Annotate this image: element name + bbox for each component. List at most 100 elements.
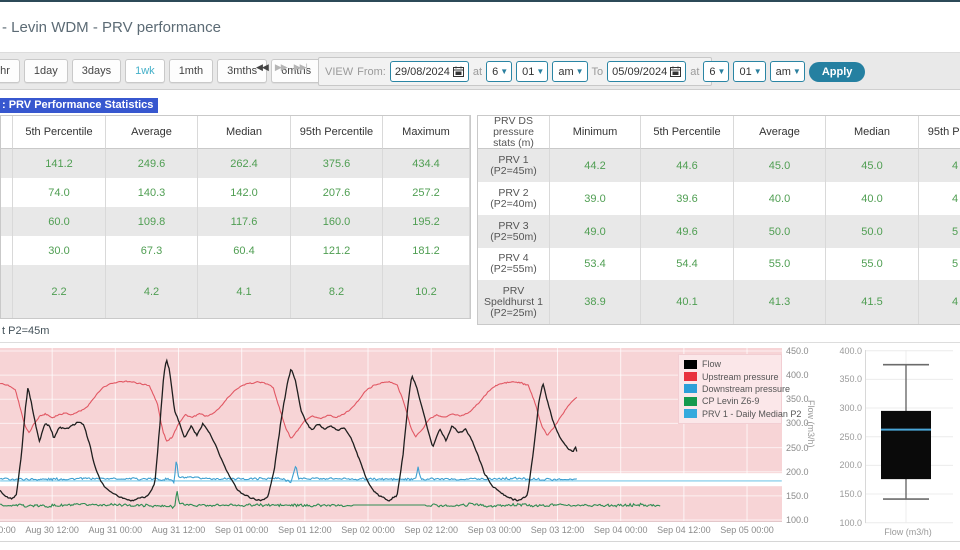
boxplot-tick-label: 100.0 xyxy=(839,517,862,528)
chevron-down-icon: ▼ xyxy=(753,67,762,76)
stat-cell: 60.4 xyxy=(198,236,291,265)
stat-cell: 67.3 xyxy=(106,236,198,265)
stat-cell: 10.2 xyxy=(383,265,470,318)
row-label: PRV Speldhurst 1 (P2=25m) xyxy=(478,280,550,324)
to-label: To xyxy=(591,65,604,78)
chevron-down-icon: ▼ xyxy=(500,67,509,76)
stat-cell: 39.0 xyxy=(550,182,641,215)
range-button-1wk[interactable]: 1wk xyxy=(125,59,165,83)
to-hour-value: 6 xyxy=(709,65,716,78)
plot-bottom-axis xyxy=(0,521,782,522)
row-label: PRV 2 (P2=40m) xyxy=(478,182,550,215)
range-button-1day[interactable]: 1day xyxy=(23,59,68,83)
legend-label: Downstream pressure xyxy=(702,383,791,394)
flow-boxplot-chart[interactable] xyxy=(865,350,953,524)
to-at-label: at xyxy=(690,65,700,78)
row-label: PRV 3 (P2=50m) xyxy=(478,215,550,248)
to-hour-select[interactable]: 6 ▼ xyxy=(703,61,730,82)
last-period-button[interactable]: ▶▶| xyxy=(294,62,308,73)
legend-item: Upstream pressure xyxy=(684,370,779,382)
prev-period-button[interactable]: ◀◀ xyxy=(256,62,269,73)
stat-cell: 2.2 xyxy=(13,265,106,318)
stat-cell: 117.6 xyxy=(198,207,291,236)
chevron-down-icon: ▼ xyxy=(792,67,801,76)
from-hour-select[interactable]: 6 ▼ xyxy=(486,61,513,82)
stat-cell xyxy=(1,265,13,318)
view-date-panel: VIEW From: 29/08/2024 at 6 ▼ 01 ▼ am ▼ To 0… xyxy=(318,57,866,86)
stat-cell xyxy=(1,236,13,265)
range-button-1mth[interactable]: 1mth xyxy=(168,59,214,83)
period-nav-group: ◀◀ ▶▶ ▶▶| xyxy=(256,62,308,73)
from-label: From: xyxy=(357,65,386,78)
stat-cell: 55.0 xyxy=(734,248,826,280)
calendar-icon[interactable] xyxy=(452,66,464,77)
stat-cell: 262.4 xyxy=(198,149,291,178)
calendar-icon[interactable] xyxy=(670,66,682,77)
column-header: Median xyxy=(198,116,291,149)
from-date-value: 29/08/2024 xyxy=(394,65,450,78)
stat-cell: 53.4 xyxy=(550,248,641,280)
chart-divider xyxy=(0,342,960,343)
stat-cell: 141.2 xyxy=(13,149,106,178)
stat-cell: 40.0 xyxy=(734,182,826,215)
boxplot-x-label: Flow (m3/h) xyxy=(884,527,932,537)
flow-axis-title: Flow (m3/h) xyxy=(806,400,816,448)
stat-cell: 55.0 xyxy=(826,248,919,280)
column-header: Maximum xyxy=(383,116,470,149)
to-ampm-select[interactable]: am ▼ xyxy=(769,61,805,82)
stat-cell: 60.0 xyxy=(13,207,106,236)
stat-cell: 50.0 xyxy=(734,215,826,248)
to-date-input[interactable]: 05/09/2024 xyxy=(607,61,687,82)
stat-cell: 38.9 xyxy=(550,280,641,324)
prv-timeseries-chart[interactable] xyxy=(0,348,782,521)
stats-section-title: : PRV Performance Statistics xyxy=(0,98,159,113)
legend-label: PRV 1 - Daily Median P2 xyxy=(702,408,802,419)
stat-cell: 4 xyxy=(919,280,960,324)
stat-cell: 195.2 xyxy=(383,207,470,236)
legend-item: CP Levin Z6-9 xyxy=(684,395,776,407)
column-header xyxy=(1,116,13,149)
stat-cell: 45.0 xyxy=(826,149,919,182)
range-button-3days[interactable]: 3days xyxy=(71,59,122,83)
column-header: Median xyxy=(826,116,919,149)
from-ampm-select[interactable]: am ▼ xyxy=(552,61,588,82)
legend-swatch xyxy=(684,409,697,419)
row-label: PRV 1 (P2=45m) xyxy=(478,149,550,182)
to-date-value: 05/09/2024 xyxy=(612,65,668,78)
chevron-down-icon: ▼ xyxy=(575,67,584,76)
next-period-button[interactable]: ▶▶ xyxy=(275,62,288,73)
flow-axis-tick-label: 150.0 xyxy=(786,490,809,501)
stat-cell: 41.5 xyxy=(826,280,919,324)
range-button-8hr[interactable]: 8hr xyxy=(0,59,20,83)
chart-title: t P2=45m xyxy=(2,325,50,337)
from-minute-select[interactable]: 01 ▼ xyxy=(516,61,549,82)
stat-cell: 4.1 xyxy=(198,265,291,318)
stat-cell: 207.6 xyxy=(291,178,383,207)
column-header: 5th Percentile xyxy=(641,116,734,149)
flow-axis-tick-label: 450.0 xyxy=(786,345,809,356)
legend-label: Upstream pressure xyxy=(702,371,779,382)
stat-cell: 4 xyxy=(919,149,960,182)
from-date-input[interactable]: 29/08/2024 xyxy=(389,61,469,82)
stat-cell: 41.3 xyxy=(734,280,826,324)
boxplot-tick-label: 300.0 xyxy=(839,403,862,414)
to-minute-select[interactable]: 01 ▼ xyxy=(733,61,766,82)
stat-cell: 5 xyxy=(919,215,960,248)
stat-cell: 160.0 xyxy=(291,207,383,236)
stat-cell: 40.1 xyxy=(641,280,734,324)
stat-cell: 49.6 xyxy=(641,215,734,248)
flow-axis-tick-label: 400.0 xyxy=(786,370,809,381)
stat-cell xyxy=(1,178,13,207)
apply-button[interactable]: Apply xyxy=(808,61,866,82)
column-header: 95th Percentile xyxy=(291,116,383,149)
stat-cell: 375.6 xyxy=(291,149,383,178)
chevron-down-icon: ▼ xyxy=(717,67,726,76)
top-border-line xyxy=(0,0,960,2)
stat-cell: 50.0 xyxy=(826,215,919,248)
flow-axis-tick-label: 100.0 xyxy=(786,515,809,525)
column-header: 5th Percentile xyxy=(13,116,106,149)
legend-label: Flow xyxy=(702,359,722,370)
boxplot-tick-label: 150.0 xyxy=(839,489,862,500)
column-header: Average xyxy=(734,116,826,149)
page: - Levin WDM - PRV performance 8hr1day3da… xyxy=(0,0,960,550)
